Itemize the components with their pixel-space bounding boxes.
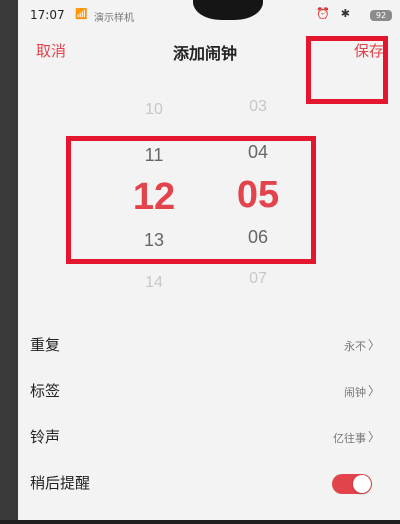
- toggle-knob: [353, 475, 371, 493]
- snooze-toggle[interactable]: [332, 474, 372, 494]
- cancel-button[interactable]: 取消: [36, 40, 66, 61]
- battery-indicator: 92: [370, 10, 392, 21]
- hour-option[interactable]: 14: [114, 274, 194, 292]
- minute-option[interactable]: 07: [218, 270, 298, 288]
- ringtone-row[interactable]: 铃声 亿往事 〉: [18, 414, 400, 460]
- save-highlight-box: [306, 36, 388, 104]
- chevron-right-icon: 〉: [367, 384, 380, 398]
- ringtone-value: 亿往事: [333, 432, 366, 445]
- ringtone-label: 铃声: [30, 428, 61, 446]
- repeat-value: 永不: [344, 340, 366, 353]
- tag-value: 闹钟: [344, 386, 366, 399]
- hour-option[interactable]: 10: [114, 101, 194, 119]
- phone-frame: 17:07 📶 演示样机 ⏰ ✱ 92 取消 添加闹钟 保存 10 11 12 …: [0, 0, 400, 524]
- tag-row[interactable]: 标签 闹钟 〉: [18, 368, 400, 414]
- wifi-icon: 📶: [75, 9, 88, 20]
- repeat-label: 重复: [30, 336, 61, 354]
- picker-highlight-box: [66, 136, 316, 264]
- repeat-row[interactable]: 重复 永不 〉: [18, 322, 400, 368]
- minute-option[interactable]: 03: [218, 98, 298, 116]
- status-carrier: 演示样机: [94, 13, 134, 24]
- chevron-right-icon: 〉: [367, 338, 380, 352]
- chevron-right-icon: 〉: [367, 430, 380, 444]
- page-title: 添加闹钟: [173, 44, 238, 63]
- alarm-icon: ⏰: [316, 7, 330, 20]
- status-time: 17:07: [30, 8, 65, 22]
- bottom-bezel: [0, 520, 400, 524]
- bluetooth-icon: ✱: [340, 7, 350, 20]
- snooze-row: 稍后提醒: [18, 460, 400, 506]
- snooze-label: 稍后提醒: [30, 474, 91, 492]
- tag-label: 标签: [30, 382, 61, 400]
